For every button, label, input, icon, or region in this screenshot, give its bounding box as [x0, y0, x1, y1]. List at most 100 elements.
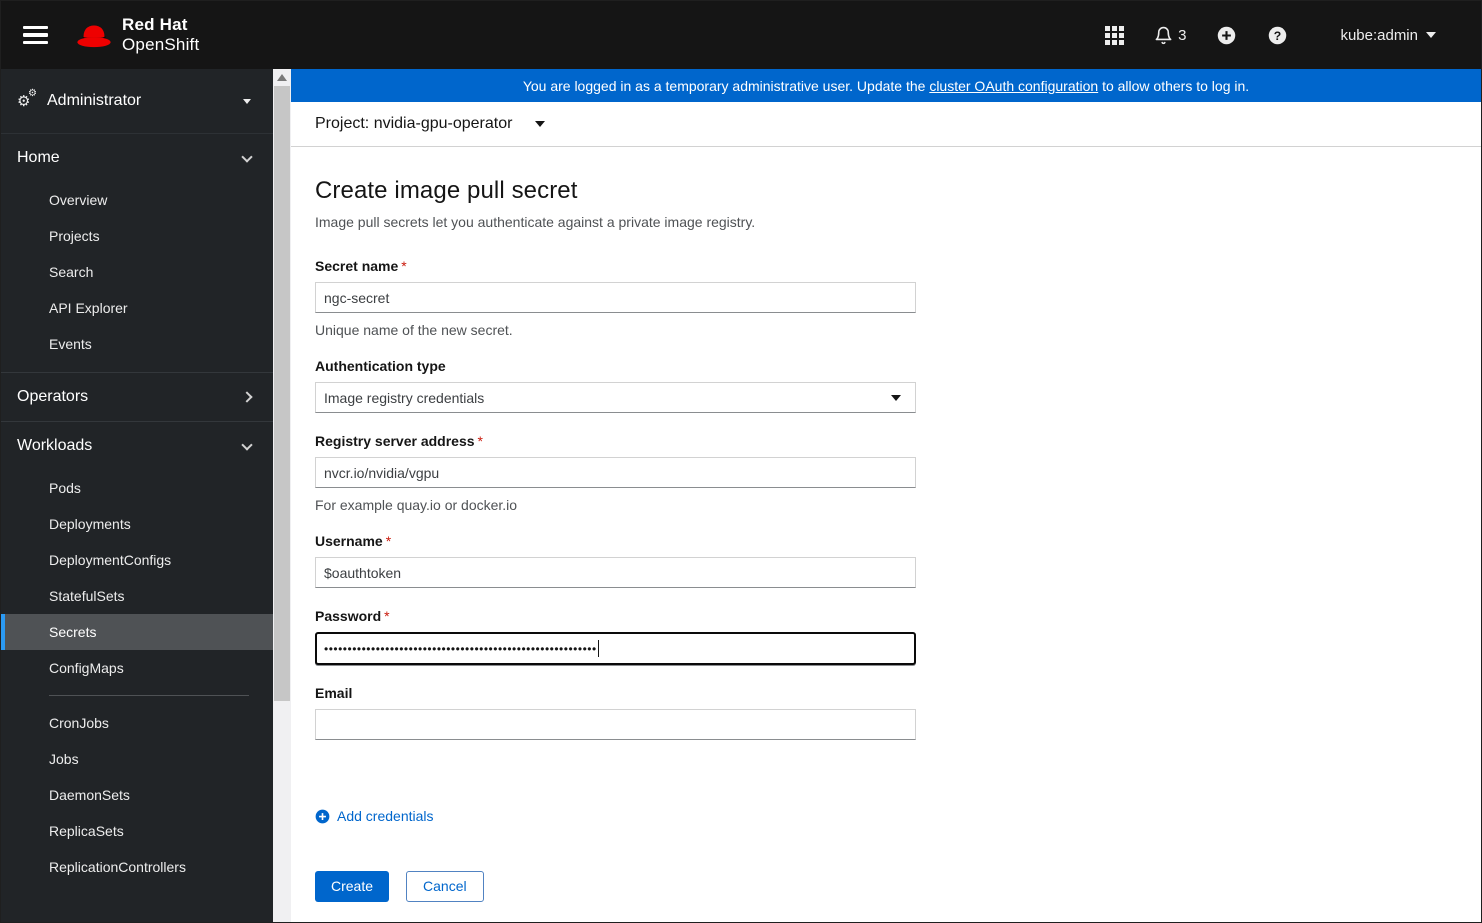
redhat-openshift-logo: Red Hat OpenShift [75, 15, 199, 54]
auth-type-select[interactable]: Image registry credentials [315, 382, 916, 413]
auth-type-selected-value: Image registry credentials [324, 389, 485, 406]
hamburger-menu-icon[interactable] [23, 22, 48, 49]
page-scrollbar[interactable] [273, 69, 291, 922]
password-group: Password * ••••••••••••••••••••••••••••••… [315, 608, 916, 665]
label-text: Password [315, 608, 382, 624]
add-credentials-label: Add credentials [337, 808, 434, 824]
secret-name-help: Unique name of the new secret. [315, 322, 513, 338]
chevron-down-icon [1426, 32, 1436, 38]
sidebar-item-statefulsets[interactable]: StatefulSets [1, 578, 273, 614]
select-caret-down-icon [891, 394, 901, 401]
required-asterisk: * [477, 433, 483, 449]
text-cursor [597, 640, 599, 657]
nav-group-title-home[interactable]: Home [1, 134, 273, 182]
required-asterisk: * [384, 608, 390, 624]
email-input[interactable] [315, 709, 916, 740]
masthead-left: Red Hat OpenShift [23, 15, 199, 54]
nav-group-label: Home [17, 149, 60, 166]
auth-type-label: Authentication type [315, 358, 916, 374]
cluster-oauth-configuration-link[interactable]: cluster OAuth configuration [929, 78, 1098, 94]
nav-group-title-operators[interactable]: Operators [1, 373, 273, 421]
email-label: Email [315, 685, 916, 701]
brand-text: Red Hat OpenShift [122, 15, 199, 54]
sidebar-item-overview[interactable]: Overview [1, 182, 273, 218]
required-asterisk: * [401, 258, 407, 274]
sidebar-item-replicasets[interactable]: ReplicaSets [1, 813, 273, 849]
registry-label: Registry server address * [315, 433, 916, 449]
cogs-icon: ⚙ ⚙ [17, 88, 37, 110]
chevron-down-icon [241, 150, 253, 163]
sidebar-item-deploymentconfigs[interactable]: DeploymentConfigs [1, 542, 273, 578]
user-menu[interactable]: kube:admin [1340, 27, 1436, 44]
banner-text-after: to allow others to log in. [1098, 77, 1250, 94]
sidebar-item-events[interactable]: Events [1, 326, 273, 362]
email-group: Email [315, 685, 916, 740]
registry-server-address-input[interactable] [315, 457, 916, 488]
caret-down-icon [243, 98, 251, 104]
content: Create image pull secret Image pull secr… [291, 147, 1481, 922]
create-image-pull-secret-form: Secret name* Unique name of the new secr… [315, 258, 916, 902]
nav-divider [49, 695, 249, 696]
nav-items-workloads: Pods Deployments DeploymentConfigs State… [1, 470, 273, 895]
notifications-bell[interactable]: 3 [1154, 26, 1186, 45]
label-text: Email [315, 685, 353, 701]
sidebar-item-cronjobs[interactable]: CronJobs [1, 705, 273, 741]
sidebar-item-replicationcontrollers[interactable]: ReplicationControllers [1, 849, 273, 885]
nav-group-workloads: Workloads Pods Deployments DeploymentCon… [1, 422, 273, 895]
sidebar-item-deployments[interactable]: Deployments [1, 506, 273, 542]
sidebar-item-secrets[interactable]: Secrets [1, 614, 273, 650]
scrollbar-up-arrow[interactable] [277, 74, 287, 81]
password-masked-value: ••••••••••••••••••••••••••••••••••••••••… [324, 642, 597, 655]
registry-help: For example quay.io or docker.io [315, 497, 518, 513]
password-label: Password * [315, 608, 916, 624]
nav-group-title-workloads[interactable]: Workloads [1, 422, 273, 470]
brand-line1: Red Hat [122, 15, 188, 35]
add-plus-icon[interactable] [1216, 25, 1237, 46]
password-input-focused[interactable]: ••••••••••••••••••••••••••••••••••••••••… [315, 632, 916, 665]
secret-name-input[interactable] [315, 282, 916, 313]
nav-items-home: Overview Projects Search API Explorer Ev… [1, 182, 273, 372]
username-group: Username * [315, 533, 916, 588]
label-text: Secret name [315, 258, 399, 274]
sidebar-item-daemonsets[interactable]: DaemonSets [1, 777, 273, 813]
required-asterisk: * [385, 533, 392, 549]
help-icon[interactable]: ? [1267, 25, 1288, 46]
secret-name-label: Secret name * [315, 258, 916, 274]
add-credentials-link[interactable]: Add credentials [315, 808, 434, 824]
nav-group-label: Workloads [17, 437, 93, 454]
project-caret-down-icon[interactable] [535, 121, 546, 127]
label-text: Username [315, 533, 383, 549]
project-bar: Project: nvidia-gpu-operator [291, 102, 1481, 147]
scrollbar-thumb[interactable] [274, 86, 290, 701]
username-input[interactable] [315, 557, 916, 588]
app-launcher-icon[interactable] [1105, 25, 1125, 45]
nav-group-home: Home Overview Projects Search API Explor… [1, 134, 273, 373]
registry-group: Registry server address* For example qua… [315, 433, 916, 513]
project-selector-label[interactable]: Project: nvidia-gpu-operator [315, 115, 512, 133]
auth-type-group: Authentication type Image registry crede… [315, 358, 916, 413]
cancel-button[interactable]: Cancel [406, 870, 484, 902]
label-text: Registry server address [315, 433, 475, 449]
sidebar-item-pods[interactable]: Pods [1, 470, 273, 506]
banner-text-before: You are logged in as a temporary adminis… [522, 77, 930, 94]
page-subtitle: Image pull secrets let you authenticate … [315, 214, 756, 230]
sidebar-item-jobs[interactable]: Jobs [1, 741, 273, 777]
sidebar-item-configmaps[interactable]: ConfigMaps [1, 650, 273, 686]
main-area: You are logged in as a temporary adminis… [291, 69, 1481, 922]
sidebar-item-projects[interactable]: Projects [1, 218, 273, 254]
banner-text: You are logged in as a temporary adminis… [523, 78, 1249, 94]
perspective-label: Administrator [47, 92, 142, 109]
create-button[interactable]: Create [315, 870, 390, 902]
username-label: Username * [315, 533, 916, 549]
sidebar-item-search[interactable]: Search [1, 254, 273, 290]
nav-group-operators: Operators [1, 373, 273, 422]
body-row: ⚙ ⚙ Administrator Home Overview Projects … [1, 69, 1481, 922]
form-actions: Create Cancel [315, 870, 916, 902]
notification-count: 3 [1178, 26, 1187, 44]
perspective-switcher[interactable]: ⚙ ⚙ Administrator [1, 69, 273, 134]
chevron-right-icon [241, 391, 253, 403]
chevron-down-icon [241, 438, 253, 451]
secret-name-group: Secret name* Unique name of the new secr… [315, 258, 916, 338]
login-notice-banner: You are logged in as a temporary adminis… [291, 69, 1481, 102]
sidebar-item-api-explorer[interactable]: API Explorer [1, 290, 273, 326]
